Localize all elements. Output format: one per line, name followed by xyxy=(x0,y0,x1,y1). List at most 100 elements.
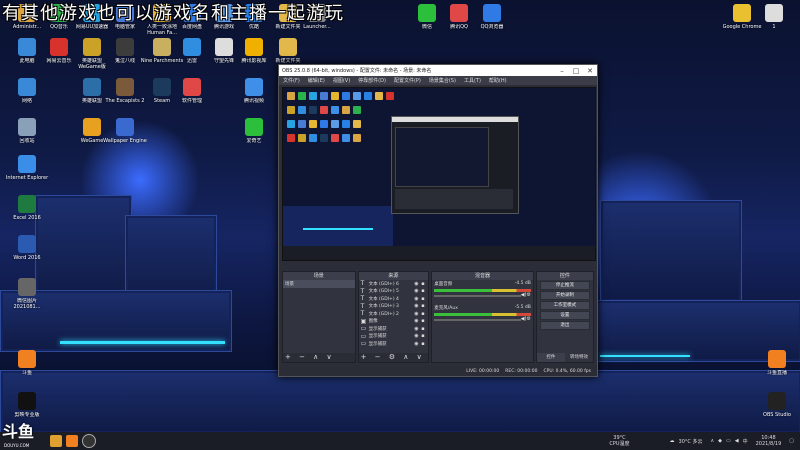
desktop-shortcut-label: Word 2016 xyxy=(13,255,41,261)
desktop-shortcut[interactable]: 软件管理 xyxy=(170,78,214,104)
volume-slider[interactable] xyxy=(434,295,521,297)
obs-window[interactable]: OBS 25.0.8 (64-bit, windows) - 配置文件: 未命名… xyxy=(278,64,598,377)
menu-item[interactable]: 配置文件(P) xyxy=(390,77,425,84)
lock-icon[interactable]: ▪ xyxy=(421,318,428,324)
minimize-icon[interactable]: – xyxy=(555,67,569,75)
recycle-icon xyxy=(18,118,36,136)
desktop-shortcut[interactable]: 网络 xyxy=(5,78,49,104)
preview-taskbar xyxy=(283,246,595,260)
tray-shield-icon[interactable]: ◆ xyxy=(718,438,722,444)
tray-chevron-icon[interactable]: ∧ xyxy=(710,438,714,444)
lock-icon[interactable]: ▪ xyxy=(421,288,428,294)
visibility-icon[interactable]: ◉ xyxy=(414,311,421,317)
desktop-shortcut[interactable]: 1 xyxy=(752,4,796,30)
source-item[interactable]: ▣ 图像 ◉ ▪ xyxy=(359,318,429,326)
desktop-shortcut[interactable]: Excel 2016 xyxy=(5,195,49,221)
obs-titlebar[interactable]: OBS 25.0.8 (64-bit, windows) - 配置文件: 未命名… xyxy=(279,65,597,76)
menu-item[interactable]: 文件(F) xyxy=(279,77,304,84)
stop-streaming-button[interactable]: 停止推流 xyxy=(539,281,590,290)
exit-button[interactable]: 退出 xyxy=(539,321,590,330)
menu-item[interactable]: 帮助(H) xyxy=(485,77,511,84)
obs-studio-icon xyxy=(768,392,786,410)
lock-icon[interactable]: ▪ xyxy=(421,296,428,302)
close-icon[interactable]: ✕ xyxy=(583,67,597,75)
ime-indicator[interactable]: 中 xyxy=(743,438,748,445)
menu-item[interactable]: 编辑(E) xyxy=(304,77,329,84)
visibility-icon[interactable]: ◉ xyxy=(414,333,421,339)
desktop-shortcut[interactable]: Wallpaper Engine xyxy=(103,118,147,144)
desktop-shortcut[interactable]: Internet Explorer xyxy=(5,155,49,181)
menu-item[interactable]: 工具(T) xyxy=(460,77,485,84)
taskbar-app-icon[interactable] xyxy=(50,435,62,447)
lock-icon[interactable]: ▪ xyxy=(421,311,428,317)
visibility-icon[interactable]: ◉ xyxy=(414,318,421,324)
preview-icon xyxy=(309,92,317,100)
settings-button[interactable]: 设置 xyxy=(539,311,590,320)
wallpaper-neon xyxy=(60,341,225,344)
volume-icon[interactable]: ◀ xyxy=(735,438,739,444)
source-item[interactable]: T 文本 (GDI+) 6 ◉ ▪ xyxy=(359,280,429,288)
stream-overlay-text: 有其他游戏也可以游戏名和主播一起游玩 xyxy=(2,3,344,24)
notification-icon[interactable]: ▢ xyxy=(789,438,794,444)
desktop-shortcut[interactable]: Word 2016 xyxy=(5,235,49,261)
gear-icon[interactable]: ⚙ xyxy=(526,316,530,322)
visibility-icon[interactable]: ◉ xyxy=(414,326,421,332)
desktop-shortcut[interactable]: 斗鱼直播 xyxy=(755,350,799,376)
menu-item[interactable]: 停靠部件(D) xyxy=(354,77,390,84)
scenes-dock-footer[interactable]: + − ∧ ∨ xyxy=(283,353,355,362)
desktop-shortcut[interactable]: 新建文件夹 xyxy=(266,38,310,64)
volume-slider[interactable] xyxy=(434,319,521,321)
desktop-shortcut[interactable]: 爱奇艺 xyxy=(232,118,276,144)
taskbar-obs-icon[interactable] xyxy=(82,434,96,448)
visibility-icon[interactable]: ◉ xyxy=(414,296,421,302)
lock-icon[interactable]: ▪ xyxy=(421,326,428,332)
visibility-icon[interactable]: ◉ xyxy=(414,303,421,309)
lock-icon[interactable]: ▪ xyxy=(421,333,428,339)
lock-icon[interactable]: ▪ xyxy=(421,281,428,287)
scene-item[interactable]: 场景 xyxy=(283,280,355,288)
desktop-shortcut-label: 斗鱼 xyxy=(21,370,32,376)
network-icon[interactable]: ▭ xyxy=(726,438,731,444)
display-capture-icon: ▭ xyxy=(360,340,367,348)
text-source-icon: T xyxy=(360,295,365,303)
menu-item[interactable]: 视图(V) xyxy=(329,77,354,84)
start-recording-button[interactable]: 开始录制 xyxy=(539,291,590,300)
sources-dock-footer[interactable]: + − ⚙ ∧ ∨ xyxy=(358,353,429,362)
weather-text[interactable]: 30°C 多云 xyxy=(679,438,703,445)
source-name: 文本 (GDI+) 2 xyxy=(368,311,399,317)
studio-mode-button[interactable]: 工作室模式 xyxy=(539,301,590,310)
visibility-icon[interactable]: ◉ xyxy=(414,281,421,287)
source-item[interactable]: ▭ 显示捕获 ◉ ▪ xyxy=(359,325,429,333)
source-item[interactable]: T 文本 (GDI+) 3 ◉ ▪ xyxy=(359,303,429,311)
desktop-shortcut[interactable]: QQ浏览器 xyxy=(470,4,514,30)
desktop-shortcut[interactable]: 腾讯视频 xyxy=(232,78,276,104)
desktop-shortcut[interactable]: OBS Studio xyxy=(755,392,799,418)
source-item[interactable]: T 文本 (GDI+) 2 ◉ ▪ xyxy=(359,310,429,318)
tab-transitions[interactable]: 转场特效 xyxy=(565,353,593,362)
clock[interactable]: 10:48 2021/8/19 xyxy=(756,435,782,447)
visibility-icon[interactable]: ◉ xyxy=(414,341,421,347)
source-name: 文本 (GDI+) 5 xyxy=(368,289,399,295)
headset-icon xyxy=(215,38,233,56)
tencent-video-icon xyxy=(245,38,263,56)
desktop-shortcut[interactable]: 剪映专业版 xyxy=(5,392,49,418)
obs-preview[interactable] xyxy=(282,87,596,261)
gear-icon[interactable]: ⚙ xyxy=(526,292,530,298)
obs-docks: 场景 场景 + − ∧ ∨ 来源 T 文本 (GDI+) 6 ◉ ▪ T 文本 (GDI+… xyxy=(282,271,594,363)
lock-icon[interactable]: ▪ xyxy=(421,303,428,309)
desktop-shortcut[interactable]: 斗鱼 xyxy=(5,350,49,376)
desktop-shortcut[interactable]: 回收站 xyxy=(5,118,49,144)
source-name: 图像 xyxy=(368,319,378,325)
desktop-shortcut[interactable]: 微信图片 2021081... xyxy=(5,278,49,310)
source-item[interactable]: ▭ 显示捕获 ◉ ▪ xyxy=(359,333,429,341)
source-item[interactable]: ▭ 显示捕获 ◉ ▪ xyxy=(359,340,429,348)
tab-controls[interactable]: 控件 xyxy=(536,353,565,362)
maximize-icon[interactable]: □ xyxy=(569,67,583,75)
mixer-dock: 混音器 桌面音频 -4.5 dB ◀) ⚙ 麦克风/Aux -5.5 dB ◀) ⚙ xyxy=(431,271,534,363)
menu-item[interactable]: 场景集合(S) xyxy=(425,77,460,84)
taskbar-douyu-icon[interactable] xyxy=(66,435,78,447)
lock-icon[interactable]: ▪ xyxy=(421,341,428,347)
visibility-icon[interactable]: ◉ xyxy=(414,288,421,294)
source-item[interactable]: T 文本 (GDI+) 4 ◉ ▪ xyxy=(359,295,429,303)
source-item[interactable]: T 文本 (GDI+) 5 ◉ ▪ xyxy=(359,288,429,296)
